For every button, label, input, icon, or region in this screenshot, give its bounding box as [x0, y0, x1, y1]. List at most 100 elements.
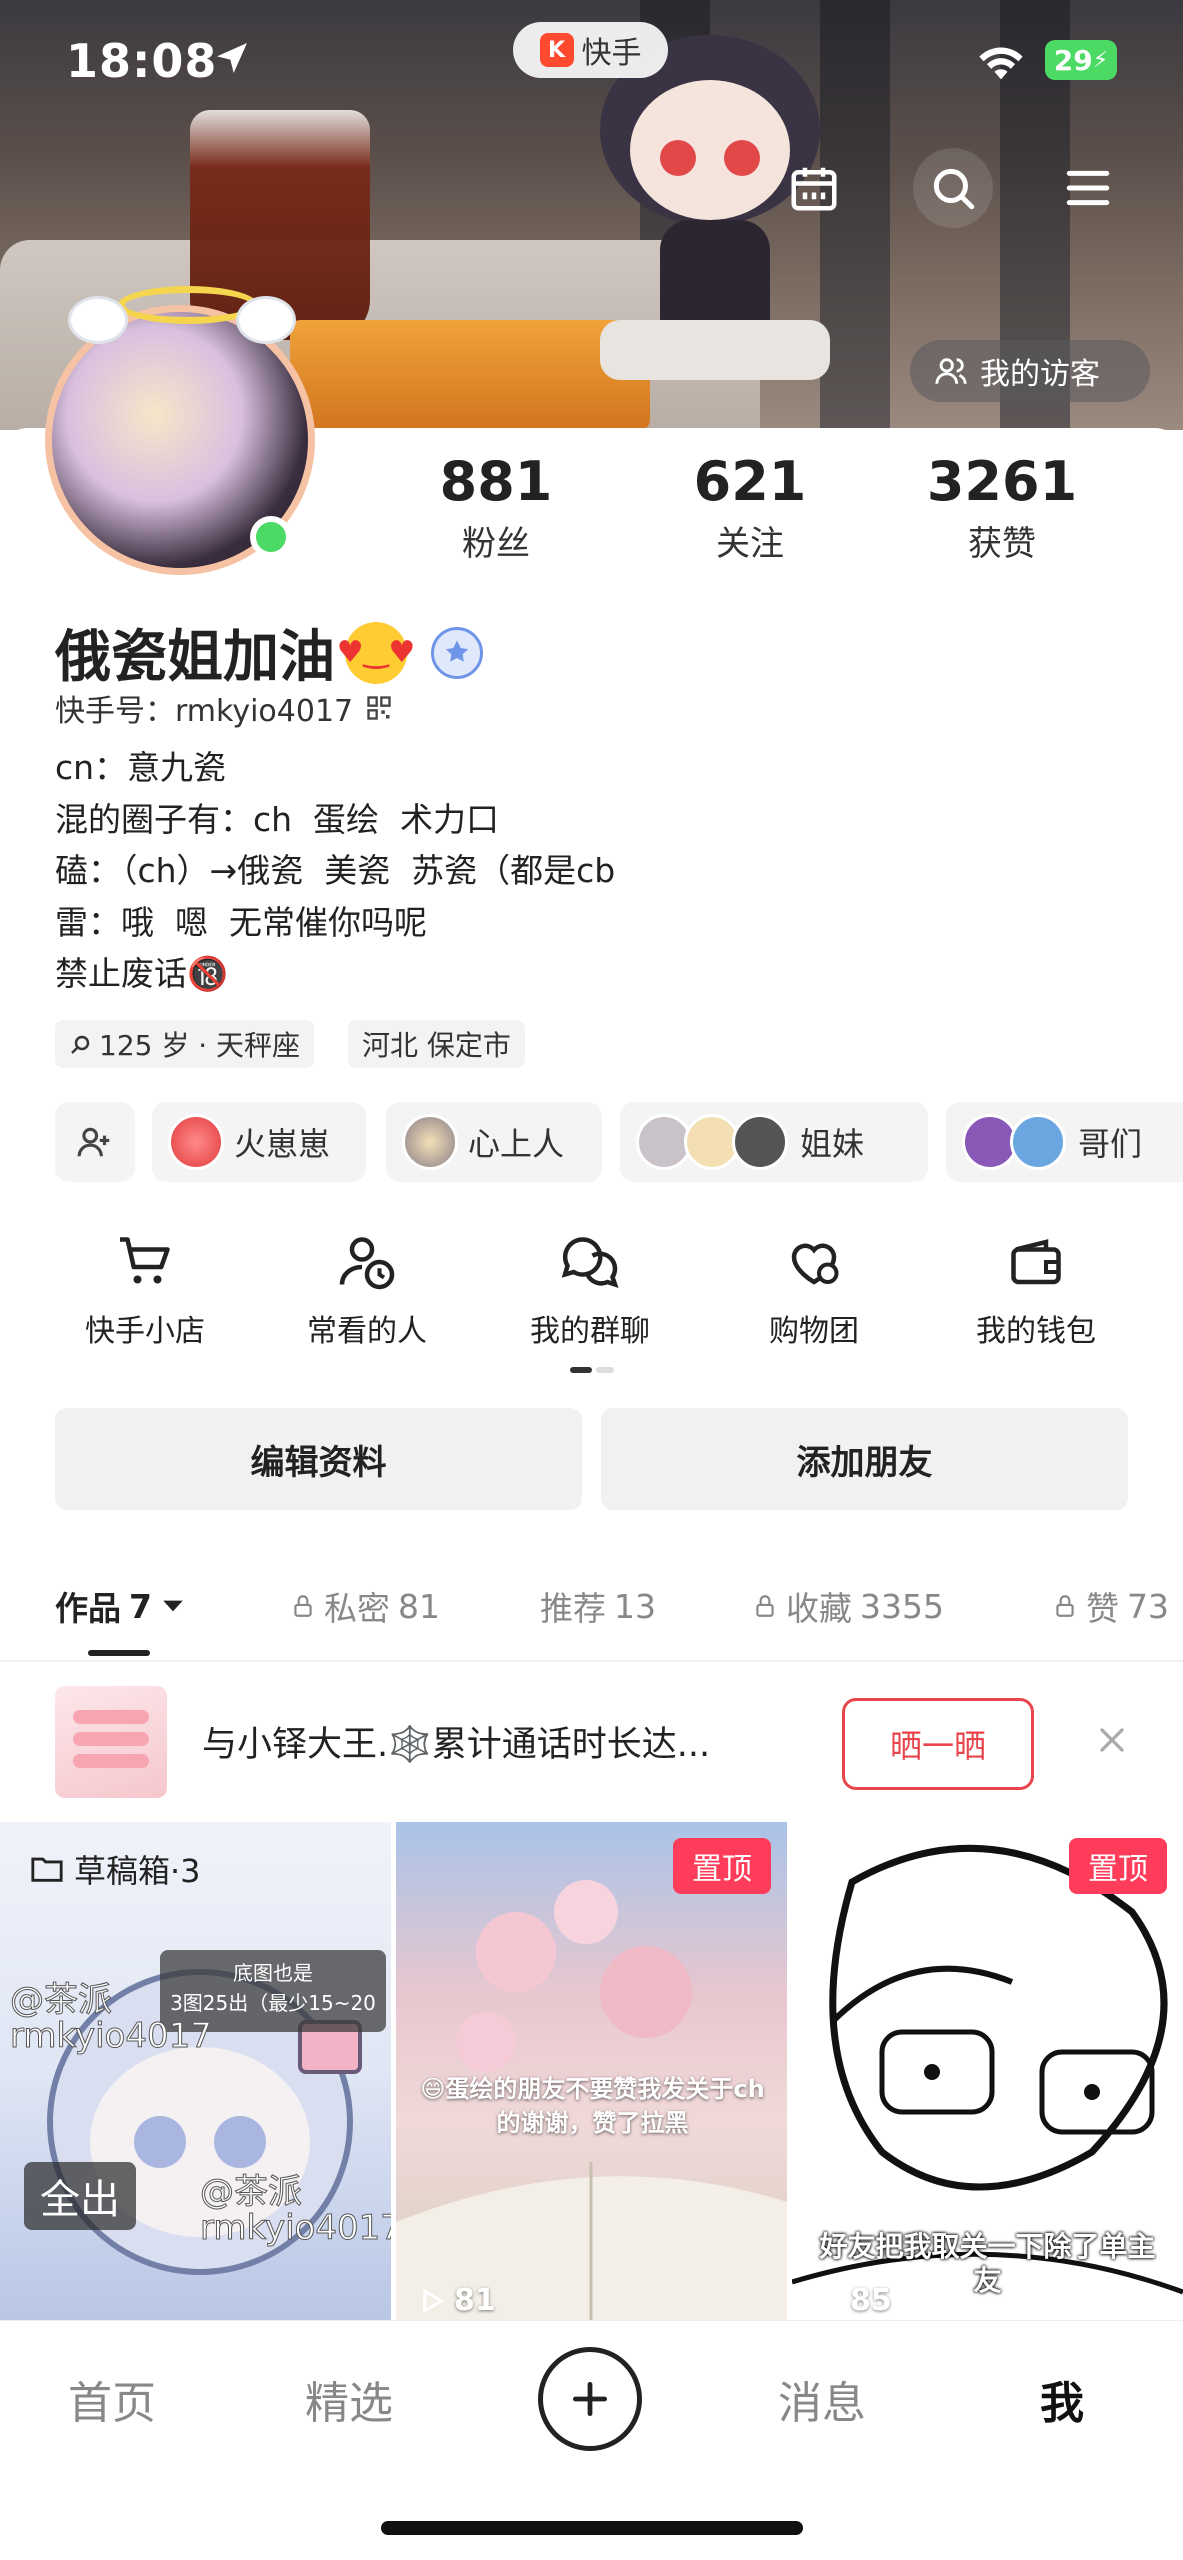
pinned-badge: 置顶	[673, 1838, 771, 1894]
friend-avatar	[732, 1114, 788, 1170]
app-badge[interactable]: K 快手	[513, 22, 668, 78]
flower-photo	[396, 1880, 787, 2320]
works-grid: 草稿箱·3 底图也是 3图25出（最少15~20 @茶派 rmkyio4017 …	[0, 1822, 1183, 2320]
tab-works[interactable]: 作品 7	[55, 1582, 186, 1630]
app-badge-label: 快手	[581, 36, 642, 71]
video-caption-line1: 好友把我取关一下除了单主	[819, 2230, 1156, 2263]
group-chat-button[interactable]: 我的群聊	[490, 1232, 690, 1350]
create-post-button[interactable]	[538, 2347, 642, 2451]
stat-value: 621	[693, 450, 807, 513]
friend-chip[interactable]: 心上人	[386, 1102, 602, 1182]
view-count: 81	[416, 2283, 496, 2318]
tab-label: 推荐	[540, 1589, 606, 1628]
cart-icon	[120, 1237, 170, 1284]
home-indicator	[381, 2521, 803, 2535]
friend-chip[interactable]: 姐妹	[620, 1102, 928, 1182]
lock-icon	[756, 1595, 774, 1617]
menu-button[interactable]	[1048, 148, 1128, 228]
close-icon[interactable]	[1092, 1720, 1132, 1760]
add-person-icon	[77, 1127, 110, 1157]
tab-recommended[interactable]: 推荐 13	[540, 1582, 656, 1630]
promo-thumbnail	[55, 1686, 167, 1798]
search-icon	[933, 168, 975, 210]
tab-favorites[interactable]: 收藏 3355	[752, 1582, 944, 1630]
my-visitors-button[interactable]: 我的访客	[910, 340, 1150, 402]
service-label: 我的钱包	[976, 1314, 1096, 1349]
stat-followers[interactable]: 881 粉丝	[396, 452, 596, 565]
stat-following[interactable]: 621 关注	[650, 452, 850, 565]
add-friend-label: 添加朋友	[796, 1442, 933, 1483]
qr-code-icon[interactable]	[365, 694, 393, 722]
battery-level: 29	[1053, 43, 1093, 77]
view-count-value: 85	[850, 2283, 892, 2318]
stat-likes[interactable]: 3261 获赞	[902, 452, 1102, 565]
draft-label: 草稿箱·3	[74, 1852, 201, 1890]
online-status-dot	[250, 516, 292, 558]
share-show-button[interactable]: 晒一晒	[842, 1698, 1034, 1790]
call-duration-promo[interactable]: 与小铎大王.🕸️累计通话时长达... 晒一晒	[0, 1668, 1183, 1818]
pinned-label: 置顶	[1088, 1852, 1148, 1887]
draft-box-cell[interactable]: 草稿箱·3 底图也是 3图25出（最少15~20 @茶派 rmkyio4017 …	[0, 1822, 391, 2320]
wing-decoration	[236, 296, 296, 344]
wing-decoration	[68, 296, 128, 344]
add-friend-button[interactable]: 添加朋友	[601, 1408, 1128, 1510]
shop-button[interactable]: 快手小店	[45, 1232, 245, 1350]
caret-down-icon	[163, 1600, 183, 1612]
folder-icon	[31, 1857, 63, 1882]
menu-icon	[1066, 170, 1110, 206]
frequent-viewed-button[interactable]: 常看的人	[267, 1232, 467, 1350]
friend-chip-label: 火崽崽	[234, 1125, 331, 1163]
search-button[interactable]	[913, 148, 993, 228]
tab-count: 73	[1127, 1586, 1169, 1626]
tab-count: 7	[129, 1586, 152, 1626]
watermark-handle: @茶派	[10, 1980, 113, 2020]
service-label: 快手小店	[85, 1314, 205, 1349]
verified-badge-icon[interactable]	[431, 626, 483, 679]
kuaishou-logo-icon: K	[539, 33, 574, 67]
add-friend-tag-button[interactable]	[55, 1102, 135, 1182]
content-tabs: 作品 7 私密 81 推荐 13 收藏 3355 赞 73	[0, 1570, 1183, 1660]
heart-bubble-icon	[791, 1243, 839, 1285]
watermark: @茶派 rmkyio4017	[200, 2172, 391, 2247]
stat-value: 3261	[926, 450, 1078, 513]
location-arrow-icon	[217, 43, 247, 73]
lock-icon	[294, 1595, 312, 1617]
stat-label: 粉丝	[462, 524, 530, 564]
battery-indicator: 29 ⚡	[1045, 40, 1117, 80]
location-label: 河北 保定市	[362, 1029, 511, 1062]
stat-label: 关注	[716, 524, 784, 564]
wallet-button[interactable]: 我的钱包	[936, 1232, 1136, 1350]
calendar-button[interactable]	[774, 148, 854, 228]
tab-count: 13	[614, 1586, 656, 1626]
video-cell[interactable]: 置顶 😄蛋绘的朋友不要赞我发关于ch的谢谢，赞了拉黑 81	[396, 1822, 787, 2320]
tab-private[interactable]: 私密 81	[290, 1582, 440, 1630]
friend-chip[interactable]: 哥们	[946, 1102, 1183, 1182]
nav-messages[interactable]: 消息	[778, 2367, 866, 2431]
draft-badge-label: 全出	[40, 2177, 120, 2223]
plus-icon	[572, 2381, 608, 2417]
tab-label: 作品	[55, 1589, 121, 1628]
view-count-value: 81	[454, 2283, 496, 2318]
my-visitors-label: 我的访客	[980, 357, 1100, 392]
search-small-icon	[71, 1035, 90, 1054]
lock-icon	[1056, 1595, 1074, 1617]
friend-chip[interactable]: 火崽崽	[152, 1102, 366, 1182]
nav-me[interactable]: 我	[1040, 2367, 1084, 2431]
watermark-handle: @茶派	[200, 2172, 303, 2212]
watermark-id: rmkyio4017	[10, 2016, 213, 2056]
nav-featured[interactable]: 精选	[305, 2367, 393, 2431]
edit-profile-button[interactable]: 编辑资料	[55, 1408, 582, 1510]
shopping-group-button[interactable]: 购物团	[714, 1232, 914, 1350]
profile-name-row: 俄瓷姐加油 ♥‿♥	[55, 612, 483, 693]
nav-home[interactable]: 首页	[68, 2367, 156, 2431]
video-cell[interactable]: 置顶 好友把我取关一下除了单主 友 85	[792, 1822, 1183, 2320]
profile-bio: cn：意九瓷 混的圈子有：ch 蛋绘 术力口 磕：（ch）→俄瓷 美瓷 苏瓷（都…	[55, 748, 616, 993]
page-indicator	[570, 1367, 614, 1373]
kuaishou-id-row[interactable]: 快手号：rmkyio4017	[55, 686, 393, 730]
location-tag: 河北 保定市	[348, 1020, 525, 1068]
draft-badge: 全出	[24, 2162, 136, 2230]
service-label: 我的群聊	[530, 1314, 650, 1349]
friend-avatar	[402, 1114, 458, 1170]
tab-likes[interactable]: 赞 73	[1052, 1582, 1169, 1630]
person-clock-icon	[339, 1237, 395, 1290]
